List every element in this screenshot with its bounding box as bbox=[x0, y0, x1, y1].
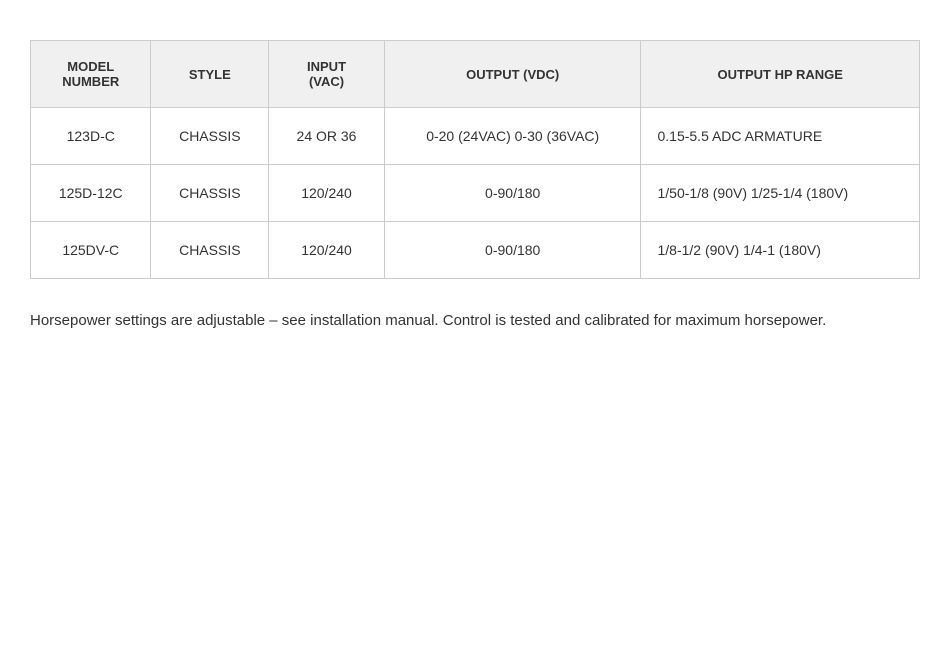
cell-model: 123D-C bbox=[31, 108, 151, 165]
table-row: 123D-CCHASSIS24 OR 360-20 (24VAC) 0-30 (… bbox=[31, 108, 919, 165]
cell-input: 120/240 bbox=[269, 165, 385, 222]
header-output-vdc: OUTPUT (VDC) bbox=[384, 41, 641, 108]
header-style: STYLE bbox=[151, 41, 269, 108]
table-row: 125D-12CCHASSIS120/2400-90/1801/50-1/8 (… bbox=[31, 165, 919, 222]
cell-output-hp: 1/8-1/2 (90V) 1/4-1 (180V) bbox=[641, 222, 919, 279]
cell-input: 24 OR 36 bbox=[269, 108, 385, 165]
cell-input: 120/240 bbox=[269, 222, 385, 279]
cell-output-hp: 1/50-1/8 (90V) 1/25-1/4 (180V) bbox=[641, 165, 919, 222]
cell-model: 125DV-C bbox=[31, 222, 151, 279]
table-row: 125DV-CCHASSIS120/2400-90/1801/8-1/2 (90… bbox=[31, 222, 919, 279]
header-output-hp-range: OUTPUT HP RANGE bbox=[641, 41, 919, 108]
cell-style: CHASSIS bbox=[151, 222, 269, 279]
cell-style: CHASSIS bbox=[151, 165, 269, 222]
footnote-text: Horsepower settings are adjustable – see… bbox=[30, 309, 900, 333]
cell-style: CHASSIS bbox=[151, 108, 269, 165]
cell-model: 125D-12C bbox=[31, 165, 151, 222]
cell-output-vdc: 0-90/180 bbox=[384, 165, 641, 222]
cell-output-vdc: 0-90/180 bbox=[384, 222, 641, 279]
product-table: MODELNUMBER STYLE INPUT(VAC) OUTPUT (VDC… bbox=[30, 40, 920, 279]
cell-output-vdc: 0-20 (24VAC) 0-30 (36VAC) bbox=[384, 108, 641, 165]
header-model-number: MODELNUMBER bbox=[31, 41, 151, 108]
table-header-row: MODELNUMBER STYLE INPUT(VAC) OUTPUT (VDC… bbox=[31, 41, 919, 108]
header-input-vac: INPUT(VAC) bbox=[269, 41, 385, 108]
cell-output-hp: 0.15-5.5 ADC ARMATURE bbox=[641, 108, 919, 165]
